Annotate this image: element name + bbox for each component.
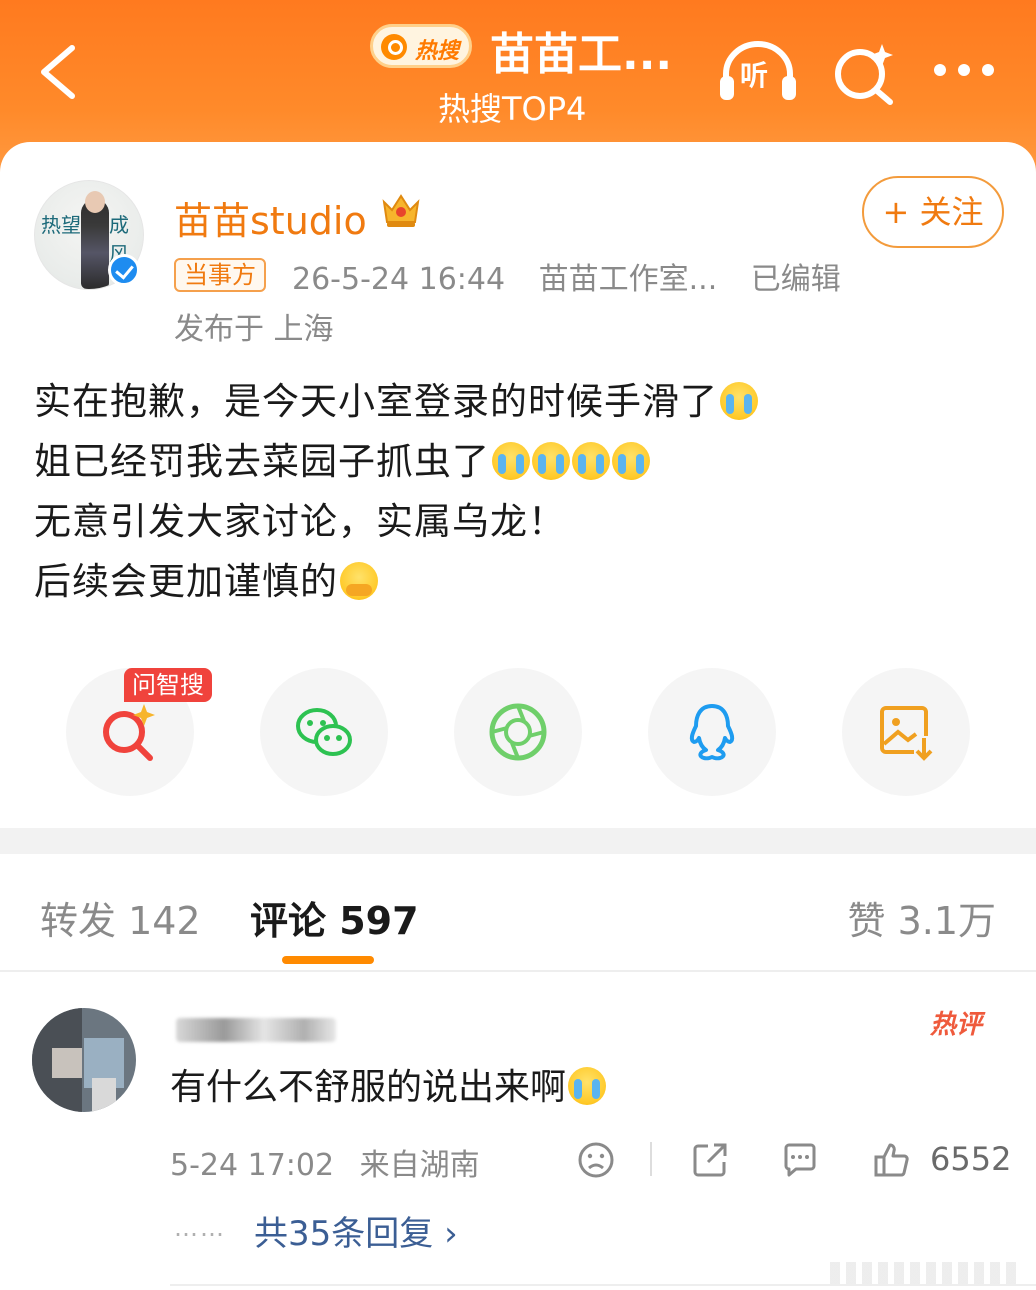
post-date: 26-5-24 16:44 bbox=[292, 262, 506, 297]
share-qq-button[interactable] bbox=[648, 668, 776, 796]
view-replies-link[interactable]: 共35条回复 › bbox=[254, 1206, 458, 1255]
post-body: 实在抱歉，是今天小室登录的时候手滑了 姐已经罚我去菜园子抓虫了 无意引发大家讨论… bbox=[34, 372, 1004, 612]
comment-date: 5-24 17:02 bbox=[170, 1148, 335, 1183]
avatar-text-left: 热望 bbox=[41, 213, 81, 237]
hot-comment-badge: 热评 bbox=[930, 1010, 983, 1040]
dislike-face-icon[interactable] bbox=[576, 1140, 616, 1180]
author-name[interactable]: 苗苗studio bbox=[174, 190, 367, 245]
crying-emoji-icon bbox=[568, 1067, 607, 1105]
thumbs-up-icon[interactable] bbox=[872, 1140, 912, 1180]
save-image-icon bbox=[880, 706, 933, 761]
ai-search-icon[interactable] bbox=[832, 40, 898, 106]
party-tag: 当事方 bbox=[174, 258, 266, 292]
tab-repost[interactable]: 转发 142 bbox=[40, 890, 201, 945]
post-source: 苗苗工作室... bbox=[538, 262, 718, 297]
commenter-name-blurred[interactable] bbox=[176, 1018, 336, 1042]
ask-tag: 问智搜 bbox=[124, 668, 212, 702]
share-wechat-button[interactable] bbox=[260, 668, 388, 796]
comment-icon[interactable] bbox=[780, 1140, 820, 1180]
post-line: 姐已经罚我去菜园子抓虫了 bbox=[34, 432, 1004, 492]
qq-icon bbox=[689, 704, 735, 761]
moments-icon bbox=[489, 703, 547, 761]
wechat-icon bbox=[296, 708, 352, 756]
verified-icon bbox=[108, 254, 140, 286]
hot-badge-label: 热搜 bbox=[415, 39, 460, 64]
comment-like-count: 6552 bbox=[930, 1140, 1012, 1178]
commenter-avatar[interactable] bbox=[32, 1008, 136, 1112]
more-dots-icon[interactable] bbox=[930, 56, 1000, 86]
shy-emoji-icon bbox=[340, 562, 378, 600]
listen-button[interactable]: 听 bbox=[718, 40, 798, 104]
crown-badge-icon bbox=[382, 194, 420, 227]
listen-label: 听 bbox=[740, 59, 769, 92]
watermark-strip bbox=[830, 1262, 1020, 1284]
crying-emoji-icon bbox=[572, 442, 610, 480]
crying-emoji-icon bbox=[612, 442, 650, 480]
tab-like[interactable]: 赞 3.1万 bbox=[847, 890, 996, 945]
crying-emoji-icon bbox=[532, 442, 570, 480]
avatar-head bbox=[85, 191, 105, 213]
post-meta: 26-5-24 16:44 苗苗工作室... 已编辑 bbox=[292, 254, 865, 298]
comment-divider bbox=[170, 1284, 1036, 1286]
ai-search-icon bbox=[103, 704, 155, 761]
reply-dots: …… bbox=[174, 1214, 226, 1242]
search-icon bbox=[381, 34, 407, 60]
topic-rank: 热搜TOP4 bbox=[438, 90, 587, 128]
crying-emoji-icon bbox=[720, 382, 758, 420]
save-image-button[interactable] bbox=[842, 668, 970, 796]
share-icon[interactable] bbox=[690, 1140, 730, 1180]
post-location: 发布于 上海 bbox=[174, 312, 334, 347]
post-line: 实在抱歉，是今天小室登录的时候手滑了 bbox=[34, 372, 1004, 432]
back-arrow-icon[interactable] bbox=[36, 44, 80, 100]
tab-comment[interactable]: 评论 597 bbox=[250, 890, 419, 945]
active-tab-indicator bbox=[282, 956, 374, 964]
topic-title[interactable]: 苗苗工... bbox=[490, 18, 672, 82]
post-line: 无意引发大家讨论，实属乌龙！ bbox=[34, 500, 566, 543]
comment-text[interactable]: 有什么不舒服的说出来啊 bbox=[170, 1058, 607, 1110]
section-divider bbox=[0, 828, 1036, 854]
tabs-divider bbox=[0, 970, 1036, 972]
share-moments-button[interactable] bbox=[454, 668, 582, 796]
edited-label[interactable]: 已编辑 bbox=[751, 262, 841, 297]
post-line: 后续会更加谨慎的 bbox=[34, 552, 1004, 612]
hot-search-badge[interactable]: 热搜 bbox=[370, 24, 472, 68]
crying-emoji-icon bbox=[492, 442, 530, 480]
comment-location: 来自湖南 bbox=[359, 1148, 480, 1183]
comment-meta: 5-24 17:02 来自湖南 bbox=[170, 1140, 496, 1184]
follow-button[interactable]: + 关注 bbox=[862, 176, 1004, 248]
meta-separator bbox=[650, 1142, 652, 1176]
